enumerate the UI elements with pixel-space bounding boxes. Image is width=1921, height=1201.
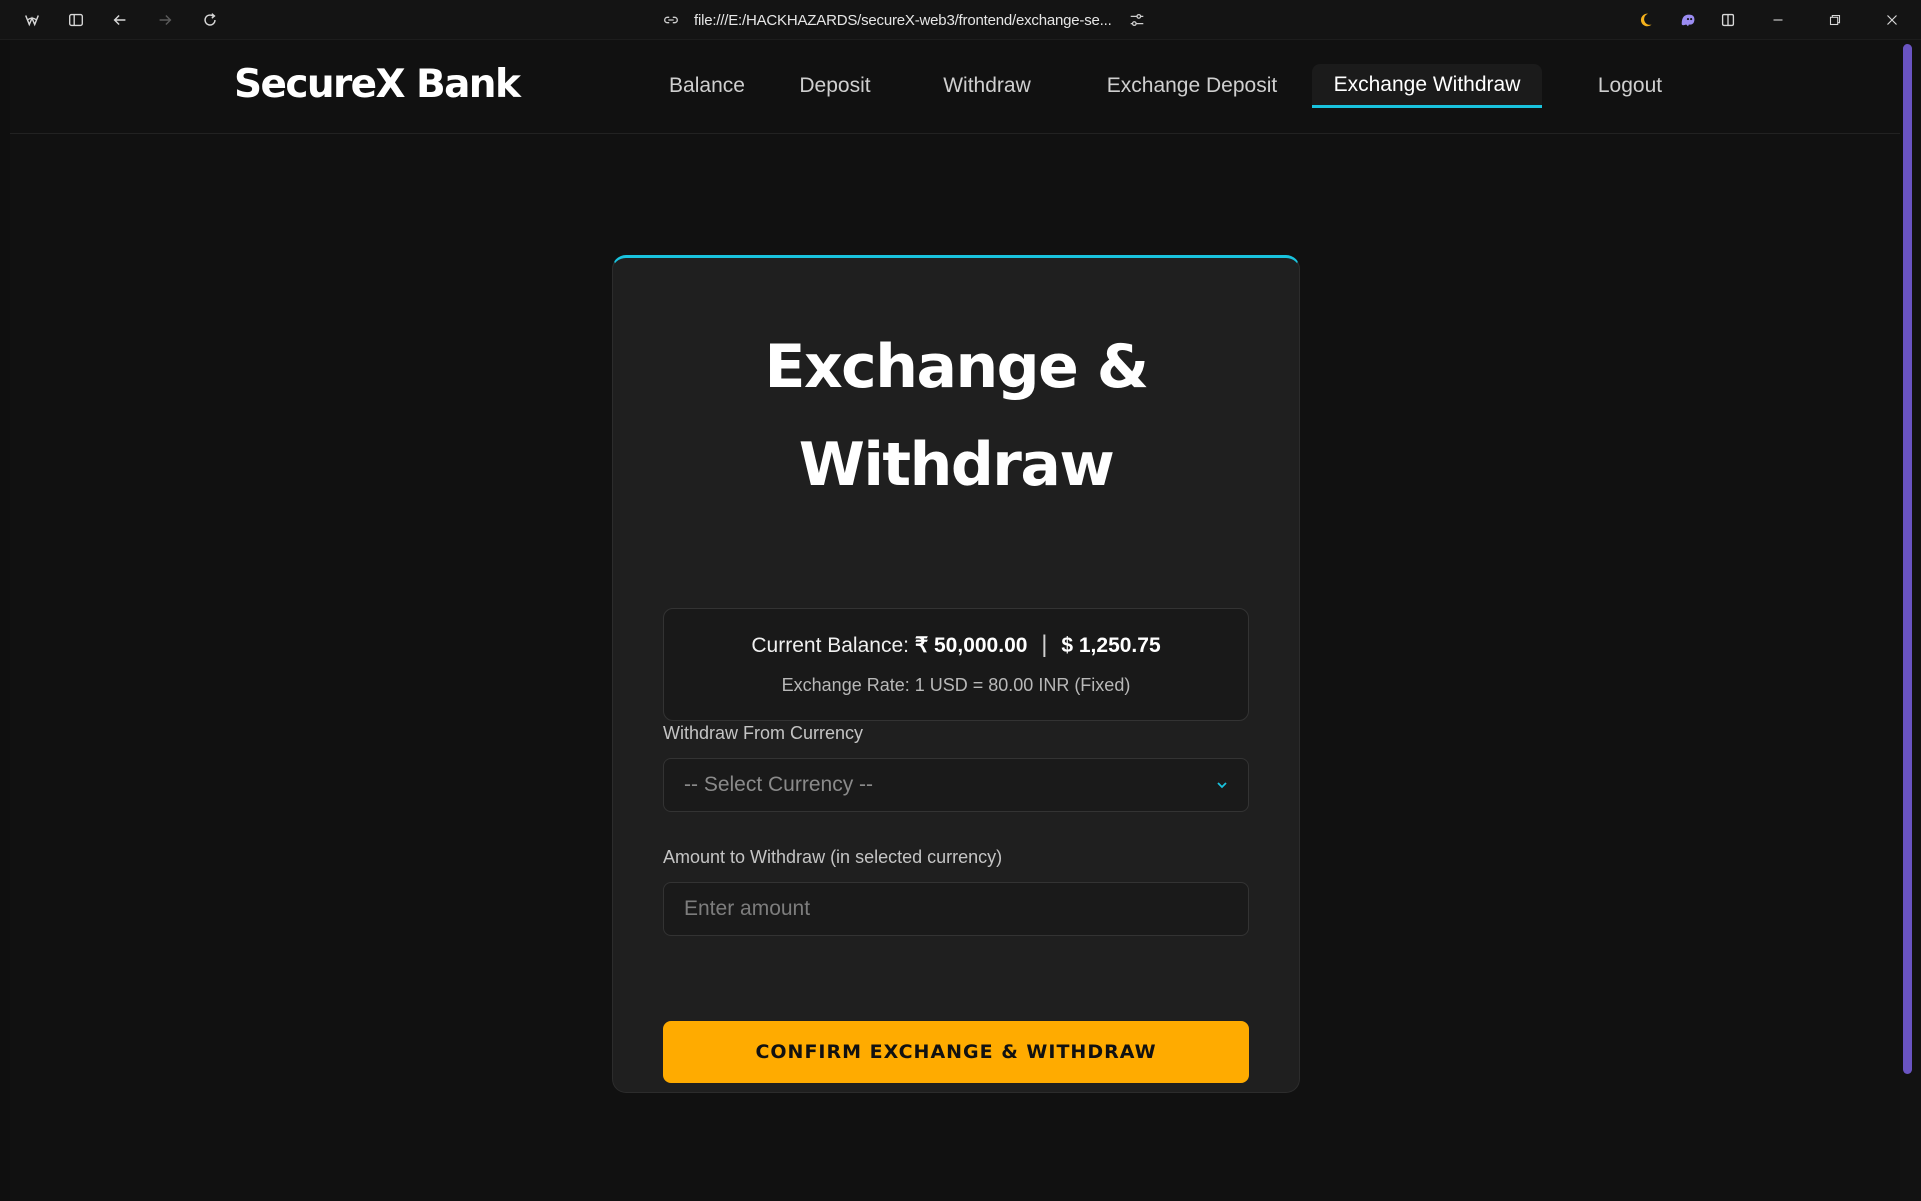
current-balance: Current Balance: ₹ 50,000.00 | $ 1,250.7… (664, 631, 1248, 659)
nav-logout[interactable]: Logout (1580, 64, 1680, 108)
site-header: SecureX Bank Balance Deposit Withdraw Ex… (10, 40, 1900, 134)
close-icon[interactable] (1870, 0, 1914, 40)
split-view-icon[interactable] (1706, 0, 1750, 40)
tune-icon[interactable] (1128, 11, 1146, 29)
minimize-icon[interactable] (1756, 0, 1800, 40)
balance-summary: Current Balance: ₹ 50,000.00 | $ 1,250.7… (663, 608, 1249, 721)
balance-inr: ₹ 50,000.00 (914, 634, 1028, 657)
currency-select[interactable]: -- Select Currency -- (663, 758, 1249, 812)
amount-label: Amount to Withdraw (in selected currency… (663, 847, 1003, 867)
address-bar[interactable]: file:///E:/HACKHAZARDS/secureX-web3/fron… (662, 6, 1182, 34)
main-nav: Balance Deposit Withdraw Exchange Deposi… (10, 40, 1900, 134)
nav-exchange-withdraw[interactable]: Exchange Withdraw (1312, 64, 1542, 108)
title-line-1: Exchange & (764, 332, 1149, 402)
amount-input[interactable] (663, 882, 1249, 936)
exchange-rate: Exchange Rate: 1 USD = 80.00 INR (Fixed) (781, 675, 1131, 695)
balance-usd: $ 1,250.75 (1061, 634, 1161, 657)
currency-label: Withdraw From Currency (663, 723, 864, 743)
nav-exchange-deposit[interactable]: Exchange Deposit (1094, 64, 1290, 108)
page-title: Exchange & Withdraw (613, 318, 1299, 514)
currency-selected-value: -- Select Currency -- (684, 773, 874, 796)
title-line-2: Withdraw (798, 430, 1115, 500)
ghost-extension-icon[interactable] (1666, 0, 1710, 40)
browser-logo-icon[interactable] (10, 0, 54, 40)
window-edge (0, 40, 10, 1201)
restore-icon[interactable] (1813, 0, 1857, 40)
forward-arrow-icon[interactable] (143, 0, 187, 40)
url-text[interactable]: file:///E:/HACKHAZARDS/secureX-web3/fron… (694, 12, 1114, 29)
balance-separator: | (1041, 631, 1048, 658)
browser-toolbar: file:///E:/HACKHAZARDS/secureX-web3/fron… (0, 0, 1921, 40)
sidebar-icon[interactable] (54, 0, 98, 40)
nav-deposit[interactable]: Deposit (782, 64, 888, 108)
page-viewport: SecureX Bank Balance Deposit Withdraw Ex… (10, 40, 1900, 1201)
nav-withdraw[interactable]: Withdraw (928, 64, 1046, 108)
link-icon (664, 16, 678, 24)
moon-icon[interactable] (1626, 0, 1670, 40)
back-arrow-icon[interactable] (98, 0, 142, 40)
nav-balance[interactable]: Balance (654, 64, 760, 108)
balance-label: Current Balance: (751, 634, 909, 657)
scrollbar-thumb[interactable] (1903, 44, 1912, 1074)
confirm-exchange-withdraw-button[interactable]: CONFIRM EXCHANGE & WITHDRAW (663, 1021, 1249, 1083)
exchange-withdraw-card: Exchange & Withdraw Current Balance: ₹ 5… (612, 255, 1300, 1093)
chevron-down-icon (1217, 782, 1227, 789)
reload-icon[interactable] (188, 0, 232, 40)
